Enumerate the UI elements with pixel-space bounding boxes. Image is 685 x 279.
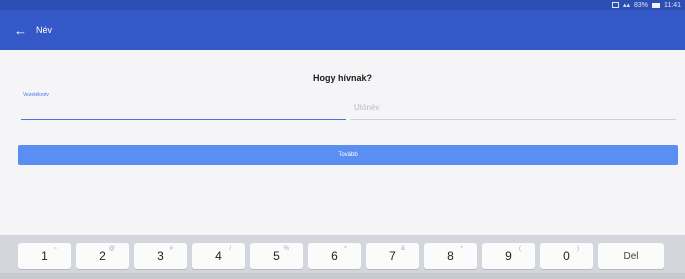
signal-icon: ▴▴ [622,2,630,9]
key-2[interactable]: 2 @ [76,243,129,269]
key-1[interactable]: 1 ~ [18,243,71,269]
key-label: 8 [447,249,454,263]
key-label: 4 [215,249,222,263]
key-8[interactable]: 8 * [424,243,477,269]
key-secondary-label: & [400,246,405,252]
key-label: 5 [273,249,280,263]
key-secondary-label: ^ [344,246,347,252]
key-label: 3 [157,249,164,263]
key-secondary-label: % [283,246,289,252]
key-secondary-label: / [229,246,231,252]
key-secondary-label: @ [108,246,115,252]
page-title: Név [36,25,53,35]
key-7[interactable]: 7 & [366,243,419,269]
firstname-field[interactable] [350,90,676,120]
key-6[interactable]: 6 ^ [308,243,361,269]
key-label: 9 [505,249,512,263]
key-secondary-label: ~ [53,246,57,252]
key-secondary-label: # [169,246,173,252]
key-5[interactable]: 5% [250,243,303,269]
delete-key[interactable]: Del [598,243,664,269]
key-secondary-label: * [460,246,463,252]
notification-icon [611,2,619,8]
soft-keyboard: 1 ~ 2 @ 3 # 4/ 5% 6 ^ 7 & 8 * 9( 0) Del [0,235,685,279]
battery-percent: 83% [633,1,648,9]
back-arrow-icon[interactable]: ← [14,24,27,37]
key-4[interactable]: 4/ [192,243,245,269]
keyboard-next-row [0,273,685,279]
key-secondary-label: ) [577,246,579,252]
app-bar: ← Név [0,10,685,50]
number-key-row: 1 ~ 2 @ 3 # 4/ 5% 6 ^ 7 & 8 * 9( 0) Del [18,243,664,269]
key-0[interactable]: 0) [540,243,593,269]
key-label: 6 [331,249,338,263]
key-label: 1 [41,249,48,263]
key-9[interactable]: 9( [482,243,535,269]
key-label: 7 [389,249,396,263]
next-button[interactable]: Tovább [18,145,678,165]
lastname-label: Vezetéknév [23,92,49,98]
key-label: 2 [99,249,106,263]
question-heading: Hogy hívnak? [312,73,372,83]
battery-icon [652,2,660,8]
status-bar: ▴▴ 83% 11:41 [0,0,685,10]
firstname-input[interactable] [354,103,654,112]
lastname-field[interactable]: Vezetéknév [21,90,346,120]
key-3[interactable]: 3 # [134,243,187,269]
key-label: 0 [563,249,570,263]
key-secondary-label: ( [519,246,521,252]
clock: 11:41 [664,1,681,9]
